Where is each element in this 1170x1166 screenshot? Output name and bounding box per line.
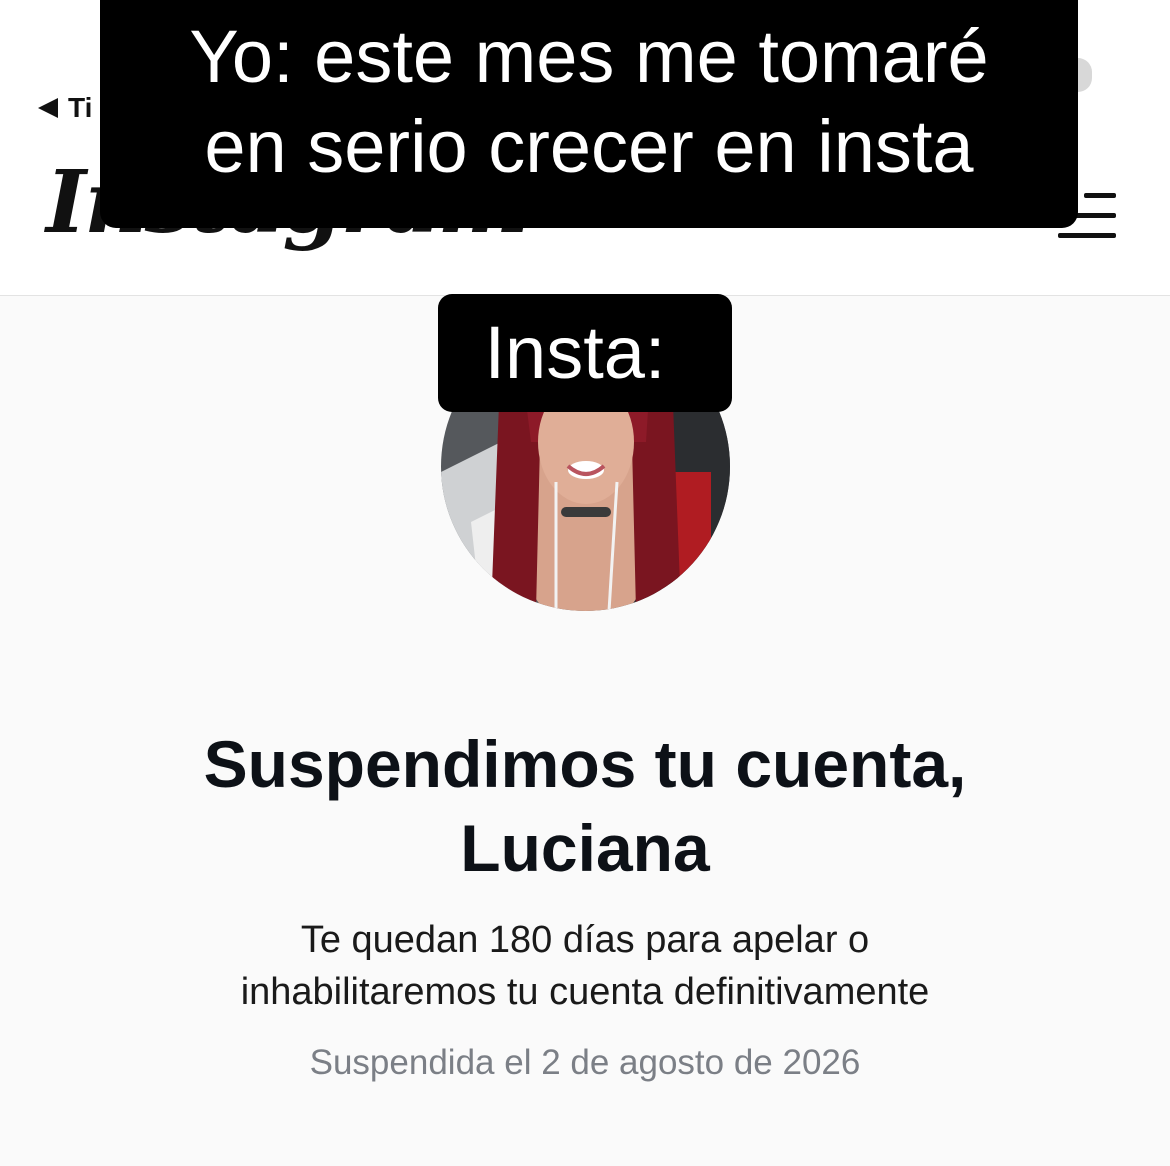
caption-line-2: en serio crecer en insta — [204, 105, 974, 188]
meme-caption-top: Yo: este mes me tomaré en serio crecer e… — [100, 0, 1078, 228]
back-to-app-link[interactable]: Ti — [38, 92, 92, 124]
title-line-1: Suspendimos tu cuenta, — [203, 727, 967, 801]
appeal-message: Te quedan 180 días para apelar o inhabil… — [0, 914, 1170, 1018]
title-line-2: Luciana — [460, 811, 710, 885]
back-link-label: Ti — [68, 92, 93, 123]
suspension-title: Suspendimos tu cuenta, Luciana — [0, 722, 1170, 890]
caption-line-1: Yo: este mes me tomaré — [189, 15, 989, 98]
back-arrow-icon — [38, 98, 58, 118]
message-line-1: Te quedan 180 días para apelar o — [300, 919, 870, 961]
suspension-date: Suspendida el 2 de agosto de 2026 — [309, 1043, 861, 1082]
message-line-2: inhabilitaremos tu cuenta definitivament… — [240, 971, 930, 1013]
meme-caption-middle: Insta: — [438, 294, 732, 412]
